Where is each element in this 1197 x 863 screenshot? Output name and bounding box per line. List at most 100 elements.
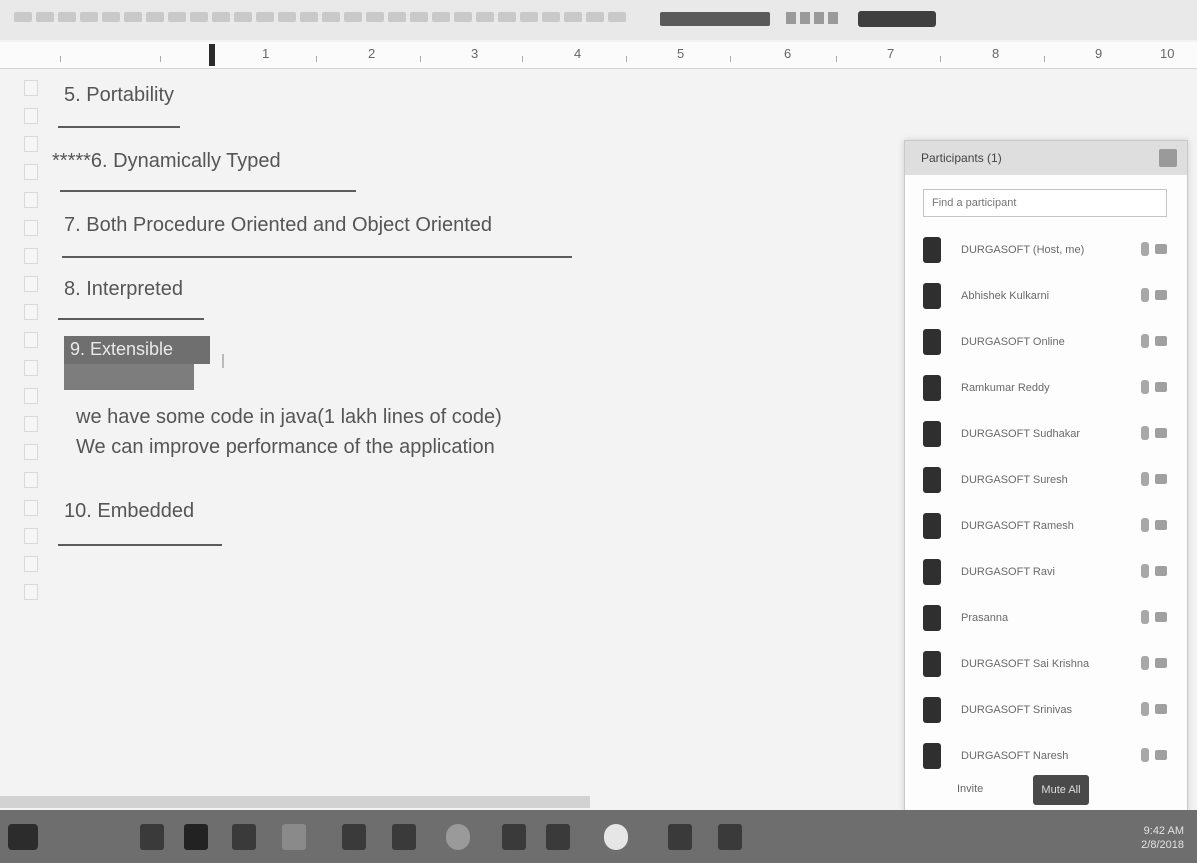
tool-button[interactable] (454, 12, 472, 22)
toolbar-tools[interactable] (14, 10, 626, 24)
participant-row[interactable]: DURGASOFT Ramesh (919, 505, 1179, 551)
stop-share-button[interactable] (858, 11, 936, 27)
tool-button[interactable] (388, 12, 406, 22)
start-icon[interactable] (8, 824, 38, 850)
tool-button[interactable] (102, 12, 120, 22)
microphone-icon[interactable] (1141, 472, 1149, 486)
taskbar-app-icon[interactable] (232, 824, 256, 850)
doc-line[interactable]: *****6. Dynamically Typed (52, 150, 281, 173)
meeting-controls[interactable] (786, 12, 838, 24)
tool-button[interactable] (608, 12, 626, 22)
taskbar-app-icon[interactable] (604, 824, 628, 850)
mute-all-button[interactable]: Mute All (1033, 775, 1089, 805)
video-camera-icon[interactable] (1155, 566, 1167, 576)
tool-button[interactable] (300, 12, 318, 22)
doc-line[interactable]: 7. Both Procedure Oriented and Object Or… (64, 214, 492, 237)
tool-button[interactable] (146, 12, 164, 22)
horizontal-scrollbar[interactable] (0, 796, 590, 808)
tool-button[interactable] (322, 12, 340, 22)
participant-row[interactable]: DURGASOFT Srinivas (919, 689, 1179, 735)
tool-button[interactable] (410, 12, 428, 22)
video-camera-icon[interactable] (1155, 428, 1167, 438)
tool-button[interactable] (234, 12, 252, 22)
taskbar-app-icon[interactable] (546, 824, 570, 850)
indent-marker[interactable] (209, 44, 215, 66)
video-camera-icon[interactable] (1155, 244, 1167, 254)
tool-button[interactable] (14, 12, 32, 22)
microphone-icon[interactable] (1141, 426, 1149, 440)
tool-button[interactable] (256, 12, 274, 22)
participant-row[interactable]: DURGASOFT Ravi (919, 551, 1179, 597)
participant-search-input[interactable] (923, 189, 1167, 217)
microphone-icon[interactable] (1141, 564, 1149, 578)
control-icon[interactable] (828, 12, 838, 24)
selected-text-highlight[interactable]: 9. Extensible (64, 336, 214, 392)
taskbar-app-icon[interactable] (392, 824, 416, 850)
document-page[interactable]: 5. Portability *****6. Dynamically Typed… (52, 80, 884, 780)
tool-button[interactable] (520, 12, 538, 22)
doc-line[interactable]: 8. Interpreted (64, 278, 183, 301)
microphone-icon[interactable] (1141, 334, 1149, 348)
selected-line[interactable]: 9. Extensible (70, 339, 173, 360)
participant-row[interactable]: Prasanna (919, 597, 1179, 643)
participant-row[interactable]: DURGASOFT Sudhakar (919, 413, 1179, 459)
taskbar-app-icon[interactable] (718, 824, 742, 850)
video-camera-icon[interactable] (1155, 382, 1167, 392)
taskbar-app-icon[interactable] (446, 824, 470, 850)
doc-line[interactable]: We can improve performance of the applic… (76, 436, 495, 459)
taskbar-app-icon[interactable] (668, 824, 692, 850)
doc-line[interactable]: 10. Embedded (64, 500, 194, 523)
tool-button[interactable] (432, 12, 450, 22)
doc-line[interactable]: 5. Portability (64, 84, 174, 107)
taskbar-app-icon[interactable] (140, 824, 164, 850)
microphone-icon[interactable] (1141, 610, 1149, 624)
microphone-icon[interactable] (1141, 702, 1149, 716)
video-camera-icon[interactable] (1155, 658, 1167, 668)
video-camera-icon[interactable] (1155, 336, 1167, 346)
participant-row[interactable]: Abhishek Kulkarni (919, 275, 1179, 321)
doc-line[interactable]: we have some code in java(1 lakh lines o… (76, 406, 502, 429)
tool-button[interactable] (212, 12, 230, 22)
tool-button[interactable] (542, 12, 560, 22)
tool-button[interactable] (498, 12, 516, 22)
tool-button[interactable] (168, 12, 186, 22)
participant-row[interactable]: DURGASOFT Online (919, 321, 1179, 367)
participant-row[interactable]: DURGASOFT (Host, me) (919, 229, 1179, 275)
microphone-icon[interactable] (1141, 288, 1149, 302)
close-icon[interactable] (1159, 149, 1177, 167)
video-camera-icon[interactable] (1155, 474, 1167, 484)
video-camera-icon[interactable] (1155, 290, 1167, 300)
system-clock[interactable]: 9:42 AM 2/8/2018 (1118, 824, 1184, 852)
tool-button[interactable] (80, 12, 98, 22)
tool-button[interactable] (476, 12, 494, 22)
video-camera-icon[interactable] (1155, 750, 1167, 760)
tool-button[interactable] (586, 12, 604, 22)
taskbar-app-icon[interactable] (282, 824, 306, 850)
tool-button[interactable] (124, 12, 142, 22)
tool-button[interactable] (564, 12, 582, 22)
taskbar-app-icon[interactable] (502, 824, 526, 850)
participant-row[interactable]: DURGASOFT Sai Krishna (919, 643, 1179, 689)
control-icon[interactable] (786, 12, 796, 24)
microphone-icon[interactable] (1141, 656, 1149, 670)
microphone-icon[interactable] (1141, 380, 1149, 394)
microphone-icon[interactable] (1141, 242, 1149, 256)
invite-button[interactable]: Invite (957, 783, 983, 795)
microphone-icon[interactable] (1141, 748, 1149, 762)
tool-button[interactable] (278, 12, 296, 22)
tool-button[interactable] (366, 12, 384, 22)
video-camera-icon[interactable] (1155, 520, 1167, 530)
control-icon[interactable] (814, 12, 824, 24)
participant-row[interactable]: DURGASOFT Suresh (919, 459, 1179, 505)
video-camera-icon[interactable] (1155, 612, 1167, 622)
participant-row[interactable]: Ramkumar Reddy (919, 367, 1179, 413)
microphone-icon[interactable] (1141, 518, 1149, 532)
taskbar-app-icon[interactable] (342, 824, 366, 850)
tool-button[interactable] (36, 12, 54, 22)
video-camera-icon[interactable] (1155, 704, 1167, 714)
tool-button[interactable] (58, 12, 76, 22)
tool-button[interactable] (190, 12, 208, 22)
tool-button[interactable] (344, 12, 362, 22)
taskbar-app-icon[interactable] (184, 824, 208, 850)
control-icon[interactable] (800, 12, 810, 24)
